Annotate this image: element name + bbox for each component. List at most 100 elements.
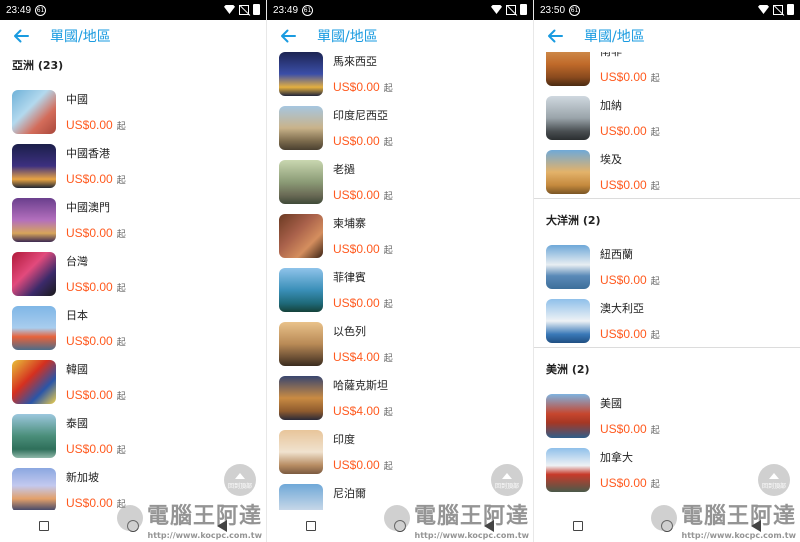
battery-icon — [253, 4, 260, 15]
list-item[interactable]: 日本 US$0.00 起 — [0, 300, 266, 354]
list-item[interactable]: 菲律賓 US$0.00 起 — [267, 262, 533, 316]
list-item[interactable]: 埃及 US$0.00 起 — [534, 144, 800, 198]
region-list[interactable]: 亞洲 (23) 中國 US$0.00 起中國香港 US$0.00 起中國澳門 US$0.00… — [0, 52, 266, 510]
status-icons — [758, 4, 794, 15]
region-list[interactable]: 南非US$0.00起加納US$0.00起埃及US$0.00起大洋洲 (2)紐西蘭… — [534, 52, 800, 510]
price: US$0.00 — [66, 280, 113, 294]
ghana-photo — [546, 96, 590, 140]
price-suffix: 起 — [383, 408, 393, 418]
price-suffix: 起 — [116, 230, 126, 240]
region-name: 新加坡 — [66, 471, 99, 484]
item-info: 埃及 US$0.00 起 — [600, 150, 660, 192]
list-item[interactable]: 中國香港 US$0.00 起 — [0, 138, 266, 192]
wifi-icon — [491, 5, 502, 14]
list-item[interactable]: 美國 US$0.00 起 — [534, 388, 800, 442]
recent-apps-icon[interactable] — [306, 521, 316, 531]
region-name: 老撾 — [333, 163, 355, 176]
price-suffix: 起 — [116, 338, 126, 348]
back-to-top-button[interactable]: 回到頂部 — [758, 464, 790, 496]
phone-screen-1: 23:49 61 單國/地區 亞洲 (23) 中國 US$0.00 起中國香港 US$0.00… — [0, 0, 266, 542]
recent-apps-icon[interactable] — [39, 521, 49, 531]
price: US$0.00 — [333, 80, 380, 94]
region-name: 台灣 — [66, 255, 88, 268]
app-bar: 單國/地區 — [0, 20, 266, 52]
item-info: 中國香港 US$0.00 起 — [66, 144, 126, 186]
list-item[interactable]: 柬埔寨 US$0.00 起 — [267, 208, 533, 262]
australia-photo — [546, 299, 590, 343]
price-suffix: 起 — [383, 462, 393, 472]
region-list-inner: 亞洲 (23) 中國 US$0.00 起中國香港 US$0.00 起中國澳門 US$0.00… — [0, 52, 266, 510]
price: US$0.00 — [600, 70, 647, 84]
back-arrow-icon[interactable] — [12, 27, 30, 45]
region-list[interactable]: 馬來西亞 US$0.00 起印度尼西亞 US$0.00 起老撾 US$0.00 起柬埔寨 US… — [267, 52, 533, 510]
item-info: 菲律賓 US$0.00 起 — [333, 268, 393, 310]
nav-back-icon[interactable] — [751, 520, 761, 532]
price-line: US$4.00 起 — [333, 404, 393, 418]
item-info: 泰國 US$0.00 起 — [66, 414, 126, 456]
item-info: 日本 US$0.00 起 — [66, 306, 126, 348]
status-icons — [224, 4, 260, 15]
list-item[interactable]: 澳大利亞 US$0.00 起 — [534, 293, 800, 347]
section-header: 美洲 (2) — [534, 356, 800, 382]
app-bar: 單國/地區 — [267, 20, 533, 52]
list-item[interactable]: 以色列 US$4.00 起 — [267, 316, 533, 370]
korea-photo — [12, 360, 56, 404]
back-arrow-icon[interactable] — [279, 27, 297, 45]
list-item[interactable]: 馬來西亞 US$0.00 起 — [267, 52, 533, 100]
region-name: 哈薩克斯坦 — [333, 379, 388, 392]
region-name: 菲律賓 — [333, 271, 366, 284]
recent-apps-icon[interactable] — [573, 521, 583, 531]
home-icon[interactable] — [127, 520, 139, 532]
price: US$0.00 — [600, 178, 647, 192]
price-suffix: 起 — [116, 284, 126, 294]
region-name: 印度尼西亞 — [333, 109, 388, 122]
newzealand-photo — [546, 245, 590, 289]
item-info: 韓國 US$0.00 起 — [66, 360, 126, 402]
back-to-top-button[interactable]: 回到頂部 — [224, 464, 256, 496]
usa-photo — [546, 394, 590, 438]
price: US$0.00 — [66, 118, 113, 132]
home-icon[interactable] — [394, 520, 406, 532]
list-item[interactable]: 加納 US$0.00 起 — [534, 90, 800, 144]
system-nav-bar — [0, 510, 266, 542]
screenshots-container: 23:49 61 單國/地區 亞洲 (23) 中國 US$0.00 起中國香港 US$0.00… — [0, 0, 800, 542]
system-nav-bar — [267, 510, 533, 542]
list-item[interactable]: 韓國 US$0.00 起 — [0, 354, 266, 408]
nav-back-icon[interactable] — [217, 520, 227, 532]
price: US$0.00 — [66, 172, 113, 186]
arrow-up-icon — [235, 473, 245, 479]
japan-photo — [12, 306, 56, 350]
home-icon[interactable] — [661, 520, 673, 532]
item-info: 馬來西亞 US$0.00 起 — [333, 52, 393, 94]
price-suffix: 起 — [650, 277, 660, 287]
egypt-photo — [546, 150, 590, 194]
item-info: 哈薩克斯坦 US$4.00 起 — [333, 376, 393, 418]
list-item[interactable]: 哈薩克斯坦 US$4.00 起 — [267, 370, 533, 424]
list-item[interactable]: 南非 US$0.00起 — [534, 52, 800, 90]
thailand-photo — [12, 414, 56, 458]
list-item[interactable]: 印度尼西亞 US$0.00 起 — [267, 100, 533, 154]
list-item[interactable]: 老撾 US$0.00 起 — [267, 154, 533, 208]
price-suffix: 起 — [383, 138, 393, 148]
wifi-icon — [758, 5, 769, 14]
page-title: 單國/地區 — [317, 29, 378, 45]
nav-back-icon[interactable] — [484, 520, 494, 532]
wifi-icon — [224, 5, 235, 14]
list-item[interactable]: 中國 US$0.00 起 — [0, 84, 266, 138]
list-item[interactable]: 泰國 US$0.00 起 — [0, 408, 266, 462]
region-name: 加拿大 — [600, 451, 633, 464]
back-to-top-button[interactable]: 回到頂部 — [491, 464, 523, 496]
back-arrow-icon[interactable] — [546, 27, 564, 45]
price-line: US$0.00 起 — [333, 134, 393, 148]
region-name: 中國香港 — [66, 147, 110, 160]
item-info: 澳大利亞 US$0.00 起 — [600, 299, 660, 341]
cambodia-photo — [279, 214, 323, 258]
price: US$0.00 — [66, 496, 113, 510]
no-signal-icon — [506, 4, 516, 15]
list-item[interactable]: 中國澳門 US$0.00 起 — [0, 192, 266, 246]
list-item[interactable]: 台灣 US$0.00 起 — [0, 246, 266, 300]
list-item[interactable]: 紐西蘭 US$0.00 起 — [534, 239, 800, 293]
price-line: US$0.00 起 — [66, 334, 126, 348]
price: US$0.00 — [600, 476, 647, 490]
